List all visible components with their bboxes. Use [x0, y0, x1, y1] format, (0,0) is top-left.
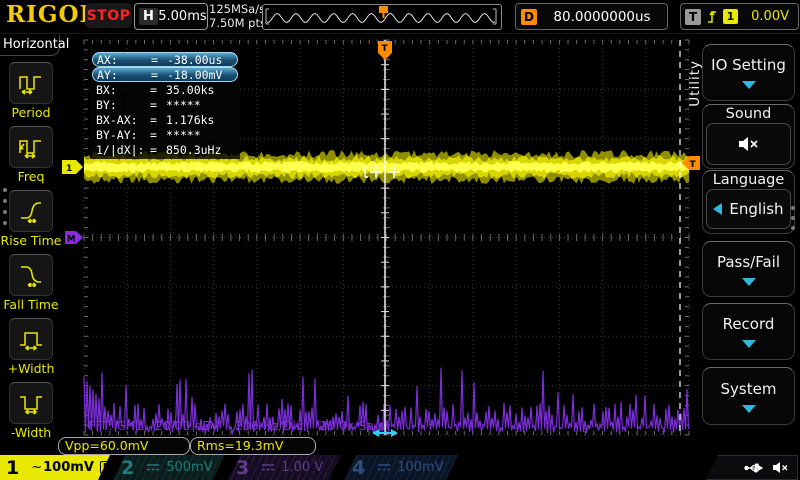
channel-3-status[interactable]: 3 1.00 V [228, 455, 341, 480]
channel-number: 2 [121, 456, 135, 479]
dc-coupling-icon [262, 464, 275, 471]
menu-item-label: Fall Time [3, 297, 59, 312]
menu-item-label: Rise Time [0, 233, 62, 248]
menu-item-language[interactable]: Language English [702, 170, 795, 234]
svg-text:M: M [67, 235, 75, 245]
cursor-readout-panel: AX: = -38.00us AY: = -18.00mV BX: = 35.00ks BY… [90, 50, 240, 159]
language-select[interactable]: English [706, 189, 791, 229]
menu-item-pass-fail[interactable]: Pass/Fail [702, 241, 795, 297]
dc-coupling-icon [147, 464, 160, 471]
left-menu-title: Horizontal [0, 35, 69, 56]
menu-item-label: Freq [17, 169, 45, 184]
menu-item-minus-width[interactable]: -Width [0, 382, 62, 440]
cursor-row: BY-AY: = ***** [96, 127, 201, 142]
menu-item-plus-width[interactable]: +Width [0, 318, 62, 376]
cursor-row: AY: = -18.00mV [92, 67, 238, 82]
top-status-bar: RIGOL STOP H 5.00ms 125MSa/s 7.50M pts D… [0, 0, 800, 34]
delay-label: D [521, 8, 537, 25]
fft-status-text: FFT: CH1 20.00 dBV 200 Hz/Div 20.0k Sa/s [88, 418, 385, 433]
language-value: English [729, 200, 784, 218]
trigger-display: T 1 0.00V [680, 3, 799, 30]
trigger-source-badge: 1 [723, 9, 738, 24]
sample-rate-display: 125MSa/s 7.50M pts [209, 2, 266, 30]
cursor-row: BX: = 35.00ks [96, 82, 215, 97]
oscilloscope-screen: RIGOL STOP H 5.00ms 125MSa/s 7.50M pts D… [0, 0, 800, 480]
sound-toggle[interactable] [706, 123, 791, 165]
speaker-muted-icon [773, 462, 788, 473]
menu-item-sound[interactable]: Sound [702, 104, 795, 169]
left-page-indicator-dots [3, 188, 7, 225]
menu-item-io-setting[interactable]: IO Setting [702, 44, 795, 101]
freq-icon[interactable] [9, 126, 53, 168]
channel-scale: 100mV [43, 460, 94, 475]
rms-measurement-badge: Rms=19.3mV [190, 437, 316, 455]
menu-item-label: Period [11, 105, 51, 120]
trigger-label: T [685, 8, 701, 25]
run-state-indicator: STOP [85, 3, 132, 28]
ac-coupling-icon: ~ [31, 460, 43, 475]
delay-display: D 80.0000000us [515, 3, 668, 30]
right-page-indicator-dots [791, 206, 795, 230]
period-icon[interactable] [9, 62, 53, 104]
math-marker: M [65, 231, 83, 245]
menu-item-system[interactable]: System [702, 367, 795, 425]
chevron-down-icon [741, 277, 756, 286]
preview-wave [265, 6, 497, 25]
speaker-muted-icon [738, 137, 758, 151]
chevron-down-icon [741, 340, 756, 348]
menu-item-freq[interactable]: Freq [0, 126, 62, 184]
brand-logo: RIGOL [6, 1, 97, 28]
channel-scale: 1.00 V [281, 460, 324, 475]
plus-width-icon[interactable] [9, 318, 53, 360]
cursor-row: 1/|dX|: = 850.3uHz [96, 142, 222, 157]
timebase-display: H 5.00ms [134, 3, 208, 30]
cursor-row: AX: = -38.00us [92, 52, 238, 67]
menu-item-period[interactable]: Period [0, 62, 62, 120]
trigger-position-marker: T [378, 41, 392, 60]
horizontal-label: H [139, 8, 158, 25]
channel-4-status[interactable]: 4 100mV [344, 455, 458, 480]
memory-depth: 7.50M pts [209, 16, 266, 30]
menu-item-label: +Width [7, 361, 55, 376]
chevron-down-icon [741, 404, 756, 413]
bandwidth-limit-badge: B [99, 461, 110, 474]
rise-time-icon[interactable] [9, 190, 53, 232]
chevron-left-icon [713, 203, 723, 215]
svg-text:T: T [382, 44, 389, 54]
svg-text:1: 1 [66, 164, 72, 174]
menu-item-fall-time[interactable]: Fall Time [0, 254, 62, 312]
vpp-measurement-badge: Vpp=60.0mV [58, 437, 190, 455]
rising-edge-icon [708, 10, 716, 23]
menu-item-rise-time[interactable]: Rise Time [0, 190, 62, 248]
timebase-value: 5.00ms [158, 9, 207, 24]
channel-2-status[interactable]: 2 500mV [113, 455, 225, 480]
menu-item-label: -Width [10, 425, 52, 440]
menu-item-record[interactable]: Record [702, 303, 795, 360]
channel-1-status[interactable]: 1 ~ 100mV B [0, 455, 110, 480]
channel-scale: 500mV [166, 460, 213, 475]
sample-rate: 125MSa/s [209, 2, 266, 16]
system-status-icons [706, 455, 798, 480]
waveform-preview [262, 4, 502, 30]
channel-scale: 100mV [397, 460, 444, 475]
dc-coupling-icon [378, 464, 391, 471]
trigger-level-value: 0.00V [751, 9, 789, 24]
channel-number: 1 [6, 456, 20, 479]
usb-icon [744, 463, 764, 472]
cursor-row: BX-AX: = 1.176ks [96, 112, 215, 127]
ch1-ground-marker: 1 [62, 160, 83, 174]
cursor-row: BY: = ***** [96, 97, 201, 112]
channel-number: 3 [236, 456, 250, 479]
delay-value: 80.0000000us [553, 8, 651, 25]
channel-number: 4 [352, 456, 366, 479]
chevron-down-icon [741, 81, 756, 89]
fall-time-icon[interactable] [9, 254, 53, 296]
svg-text:T: T [690, 160, 697, 170]
minus-width-icon[interactable] [9, 382, 53, 424]
